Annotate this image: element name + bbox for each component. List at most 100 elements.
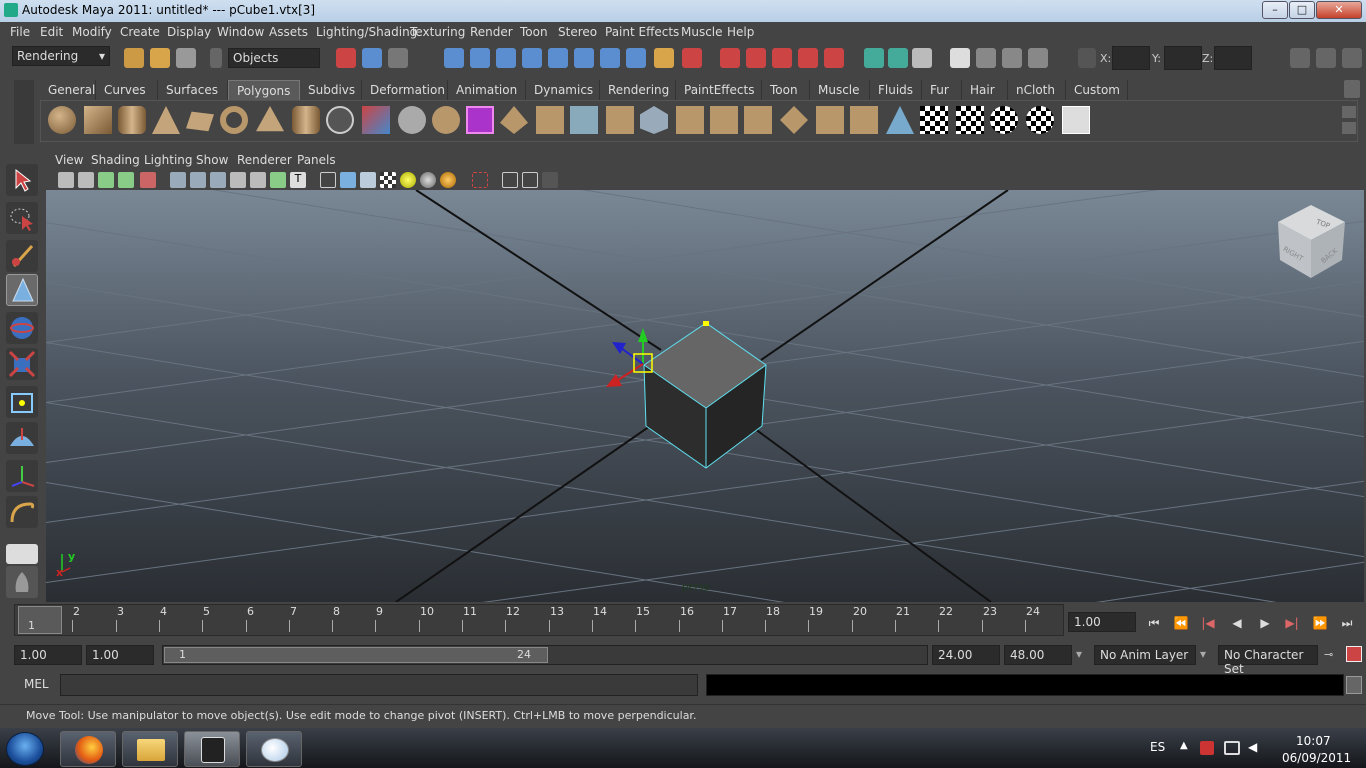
new-scene-icon[interactable] (124, 48, 144, 68)
xray-components-icon[interactable] (542, 172, 558, 188)
poly-pipe-icon[interactable] (292, 106, 320, 134)
selection-mask-field[interactable]: Objects (228, 48, 320, 68)
playback-end-field[interactable]: 24.00 (932, 645, 1000, 665)
auto-key-icon[interactable]: ⊸ (1324, 648, 1340, 662)
anim-layer-field[interactable]: No Anim Layer (1094, 645, 1196, 665)
field-chart-icon[interactable] (250, 172, 266, 188)
render-globals-icon[interactable] (1028, 48, 1048, 68)
spherical-mapping-icon[interactable] (990, 106, 1018, 134)
menu-display[interactable]: Display (167, 25, 211, 39)
animation-start-field[interactable]: 1.00 (14, 645, 82, 665)
snap-surface-icon[interactable] (548, 48, 568, 68)
shelf-tab-fur[interactable]: Fur (922, 80, 962, 100)
safe-title-icon[interactable]: T (290, 172, 306, 188)
smooth-icon[interactable] (466, 106, 494, 134)
show-manipulator-icon[interactable] (6, 460, 38, 492)
shelf-tab-general[interactable]: General (40, 80, 96, 100)
start-button[interactable] (6, 732, 44, 766)
two-d-pan-zoom-icon[interactable] (140, 172, 156, 188)
render-view-icon[interactable] (864, 48, 884, 68)
slide-edge-icon[interactable] (744, 106, 772, 134)
step-back-frame-button[interactable]: |◀ (1199, 614, 1217, 632)
menu-window[interactable]: Window (217, 25, 264, 39)
close-button[interactable]: ✕ (1316, 1, 1362, 19)
playback-start-field[interactable]: 1.00 (86, 645, 154, 665)
z-field[interactable] (1214, 46, 1252, 70)
snap-curve-icon[interactable] (470, 48, 490, 68)
sidebar-toggle-icon[interactable] (1290, 48, 1310, 68)
menu-assets[interactable]: Assets (269, 25, 308, 39)
shelf-tab-dynamics[interactable]: Dynamics (526, 80, 600, 100)
shelf-tab-curves[interactable]: Curves (96, 80, 158, 100)
lasso-tool-icon[interactable] (6, 202, 38, 234)
shelf-tab-deformation[interactable]: Deformation (362, 80, 448, 100)
collapse-icon[interactable] (850, 106, 878, 134)
minimize-button[interactable]: – (1262, 1, 1288, 19)
volume-icon[interactable]: ◀ (1248, 740, 1257, 754)
image-plane-icon[interactable] (118, 172, 134, 188)
view-cube[interactable] (1278, 205, 1345, 278)
firefox-taskbar-button[interactable] (60, 731, 116, 767)
append-polygon-icon[interactable] (570, 106, 598, 134)
render-settings-icon[interactable] (950, 48, 970, 68)
cylindrical-mapping-icon[interactable] (956, 106, 984, 134)
poly-cylinder-icon[interactable] (118, 106, 146, 134)
split-polygon-icon[interactable] (606, 106, 634, 134)
menu-render[interactable]: Render (470, 25, 513, 39)
wireframe-icon[interactable] (320, 172, 336, 188)
play-backwards-button[interactable]: ◀ (1228, 614, 1246, 632)
shelf-tab-hair[interactable]: Hair (962, 80, 1008, 100)
shelf-tab-animation[interactable]: Animation (448, 80, 526, 100)
input-ops-icon[interactable] (720, 48, 740, 68)
magnet-point-icon[interactable] (824, 48, 844, 68)
animation-preferences-icon[interactable] (1346, 646, 1362, 662)
help-icon[interactable] (626, 48, 646, 68)
poly-cube[interactable] (643, 321, 767, 469)
explorer-taskbar-button[interactable] (122, 731, 178, 767)
textured-icon[interactable] (380, 172, 396, 188)
go-to-start-button[interactable]: ⏮ (1145, 614, 1163, 632)
automatic-mapping-icon[interactable] (1026, 106, 1054, 134)
output-ops-icon[interactable] (746, 48, 766, 68)
animation-end-field[interactable]: 48.00 (1004, 645, 1072, 665)
uv-texture-editor-icon[interactable] (1062, 106, 1090, 134)
menu-lighting-shading[interactable]: Lighting/Shading (316, 25, 417, 39)
use-all-lights-icon[interactable] (400, 172, 416, 188)
move-tool-icon[interactable] (6, 274, 38, 306)
menu-paint-effects[interactable]: Paint Effects (605, 25, 679, 39)
transform-mode-icon[interactable] (1078, 48, 1096, 68)
scale-tool-icon[interactable] (6, 348, 38, 380)
y-field[interactable] (1164, 46, 1202, 70)
select-tool-icon[interactable] (6, 164, 38, 196)
step-forward-key-button[interactable]: ⏩ (1311, 614, 1329, 632)
menu-muscle[interactable]: Muscle (681, 25, 723, 39)
current-frame-field[interactable]: 1.00 (1068, 612, 1136, 632)
offset-edge-loop-icon[interactable] (676, 106, 704, 134)
panel-menu-show[interactable]: Show (196, 153, 228, 167)
ipr-render-icon[interactable] (912, 48, 932, 68)
network-icon[interactable] (1224, 741, 1240, 755)
clock-date[interactable]: 06/09/2011 (1282, 751, 1351, 765)
gate-mask-icon[interactable] (230, 172, 246, 188)
anim-layer-dropdown-icon[interactable]: ▾ (1076, 647, 1082, 661)
layout-quick-icon[interactable] (6, 566, 38, 598)
bookmarks-icon[interactable] (98, 172, 114, 188)
clock-time[interactable]: 10:07 (1296, 734, 1331, 748)
hypershade-icon[interactable] (976, 48, 996, 68)
show-hidden-icons-icon[interactable]: ▲ (1180, 740, 1188, 751)
layout-single-icon[interactable] (6, 544, 38, 564)
panel-menu-renderer[interactable]: Renderer (237, 153, 292, 167)
menu-help[interactable]: Help (727, 25, 754, 39)
menu-file[interactable]: File (10, 25, 30, 39)
open-scene-icon[interactable] (150, 48, 170, 68)
soft-modification-tool-icon[interactable] (6, 422, 38, 454)
range-slider-handle[interactable]: 1 24 (164, 647, 548, 663)
panel-menu-panels[interactable]: Panels (297, 153, 336, 167)
select-highlight-icon[interactable] (682, 48, 702, 68)
planar-mapping-icon[interactable] (920, 106, 948, 134)
command-line-input[interactable] (60, 674, 698, 696)
safe-action-icon[interactable] (270, 172, 286, 188)
shelf-tab-ncloth[interactable]: nCloth (1008, 80, 1066, 100)
maximize-button[interactable]: □ (1289, 1, 1315, 19)
last-tool-used-icon[interactable] (6, 496, 38, 528)
